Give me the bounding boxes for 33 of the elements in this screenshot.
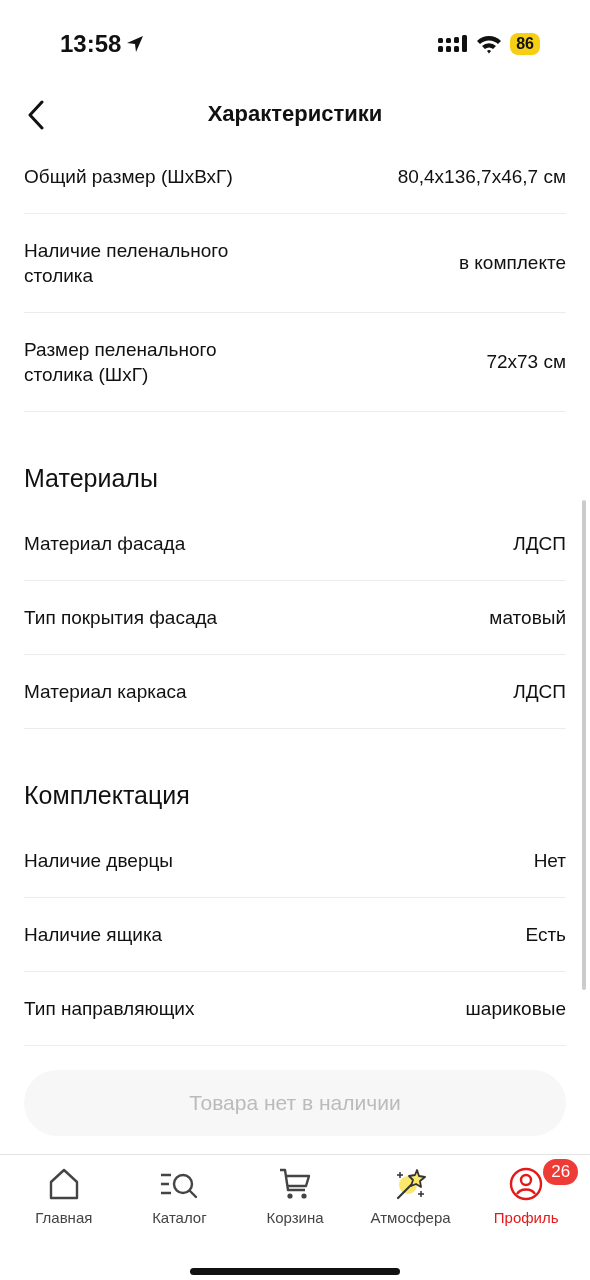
spec-label: Материал фасада <box>24 532 186 556</box>
spec-label: Размер пеленального столика (ШхГ) <box>24 338 218 387</box>
tab-item[interactable]: Корзина <box>239 1163 351 1250</box>
page-title: Характеристики <box>207 101 383 127</box>
spec-label: Тип покрытия фасада <box>24 606 218 630</box>
spec-label: Тип направляющих <box>24 997 195 1021</box>
spec-label: Наличие дверцы <box>24 849 173 873</box>
spec-value: матовый <box>489 606 566 629</box>
cart-icon <box>278 1167 312 1201</box>
spec-value: Нет <box>533 849 566 872</box>
section-title: Комплектация <box>24 780 191 811</box>
tab-item[interactable]: Атмосфера <box>354 1163 467 1250</box>
tab-item[interactable]: Каталог <box>123 1163 236 1250</box>
spec-label: Наличие пеленального столика <box>24 239 230 288</box>
section-title: Материалы <box>24 463 159 494</box>
signal-icon <box>438 35 469 53</box>
notification-badge: 26 <box>543 1159 579 1185</box>
spec-value: 72x73 см <box>486 351 566 373</box>
spec-value: Есть <box>525 923 566 946</box>
spec-value: шариковые <box>465 997 566 1020</box>
spec-value: в комплекте <box>458 252 566 274</box>
status-time: 13:58 <box>60 30 122 58</box>
profile-icon <box>509 1167 544 1201</box>
spec-value: ЛДСП <box>513 680 566 703</box>
spec-label: Материал каркаса <box>24 680 187 704</box>
location-arrow-icon <box>125 34 146 54</box>
spec-value: 80,4x136,7x46,7 см <box>397 165 566 188</box>
tab-item[interactable]: Главная <box>7 1163 120 1250</box>
spec-label: Общий размер (ШхВхГ) <box>24 165 233 189</box>
spec-value: ЛДСП <box>513 532 566 555</box>
battery-level: 86 <box>510 33 540 55</box>
wifi-icon <box>476 34 503 54</box>
spec-label: Наличие ящика <box>24 923 163 947</box>
